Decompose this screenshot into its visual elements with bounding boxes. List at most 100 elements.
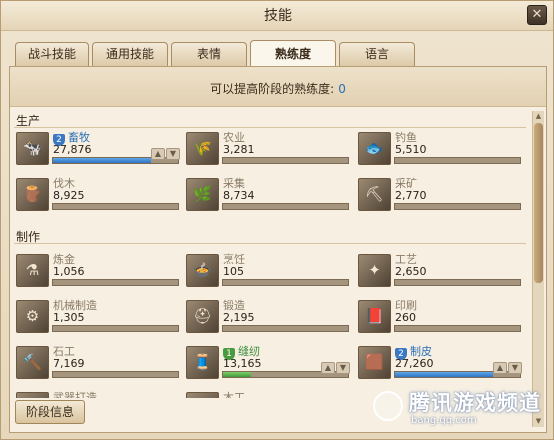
skill-value: 105 — [223, 265, 244, 278]
skill-progress-fill — [53, 158, 151, 163]
skill-value: 1,305 — [53, 311, 85, 324]
skill-printing[interactable]: 📕 印刷 260 — [358, 300, 526, 336]
skill-value: 27,260 — [395, 357, 434, 370]
handicraft-icon[interactable]: ✦ — [358, 254, 391, 287]
farming-icon[interactable]: 🌾 — [186, 132, 219, 165]
close-button[interactable]: ✕ — [527, 5, 547, 25]
skill-name-text: 武器打造 — [53, 391, 97, 399]
scrollbar[interactable]: ▲ ▼ — [532, 111, 544, 427]
skill-progress-bar — [52, 371, 179, 378]
skill-cooking[interactable]: 🍲 烹饪 105 — [186, 254, 354, 290]
carpentry-icon[interactable]: 🪚 — [186, 392, 219, 398]
tab-bar: 战斗技能 通用技能 表情 熟练度 语言 — [15, 40, 535, 66]
skill-progress-bar — [222, 279, 349, 286]
skill-value: 1,056 — [53, 265, 85, 278]
specialization-arrows: ▲ ▼ — [320, 355, 350, 374]
tailoring-icon[interactable]: 🧵 — [186, 346, 219, 379]
skill-progress-bar — [222, 325, 349, 332]
alchemy-icon[interactable]: ⚗ — [16, 254, 49, 287]
skill-progress-bar — [394, 279, 521, 286]
window-title: 技能 — [264, 8, 292, 24]
skill-weaponsmith[interactable]: ⚔ 武器打造 — [16, 392, 184, 398]
skill-alchemy[interactable]: ⚗ 炼金 1,056 — [16, 254, 184, 290]
skill-name: 武器打造 — [53, 391, 97, 399]
logging-icon[interactable]: 🪵 — [16, 178, 49, 211]
printing-icon[interactable]: 📕 — [358, 300, 391, 333]
proficiency-panel: 可以提高阶段的熟练度: 0 生产 制作 🐄 2 畜牧 27,876 ▲ ▼ 🌾 农业 3,281 🐟… — [9, 66, 547, 433]
skill-progress-bar — [52, 279, 179, 286]
tab-proficiency[interactable]: 熟练度 — [250, 40, 336, 66]
skill-progress-bar — [394, 203, 521, 210]
skill-name: 木工 — [223, 391, 245, 399]
skill-fishing[interactable]: 🐟 钓鱼 5,510 — [358, 132, 526, 168]
section-divider — [14, 243, 526, 244]
arrow-up-icon[interactable]: ▲ — [321, 362, 335, 374]
arrow-up-icon[interactable]: ▲ — [493, 362, 507, 374]
skill-list: 生产 制作 🐄 2 畜牧 27,876 ▲ ▼ 🌾 农业 3,281 🐟 钓鱼 5,510 🪵 伐木 8,9… — [10, 108, 530, 398]
skill-progress-bar — [52, 203, 179, 210]
fishing-icon[interactable]: 🐟 — [358, 132, 391, 165]
arrow-up-icon[interactable]: ▲ — [151, 148, 165, 160]
stage-hint: 可以提高阶段的熟练度: 0 — [10, 67, 546, 107]
skill-progress-bar — [394, 157, 521, 164]
skill-progress-bar — [222, 157, 349, 164]
skill-carpentry[interactable]: 🪚 木工 — [186, 392, 354, 398]
skill-value: 8,734 — [223, 189, 255, 202]
gathering-icon[interactable]: 🌿 — [186, 178, 219, 211]
close-icon: ✕ — [531, 7, 543, 22]
skill-smithing[interactable]: ⛑ 锻造 2,195 — [186, 300, 354, 336]
skill-logging[interactable]: 🪵 伐木 8,925 — [16, 178, 184, 214]
skill-machining[interactable]: ⚙ 机械制造 1,305 — [16, 300, 184, 336]
skill-value: 3,281 — [223, 143, 255, 156]
tab-emotes[interactable]: 表情 — [171, 42, 247, 66]
title-bar[interactable]: 技能 ✕ — [1, 1, 553, 31]
skill-gathering[interactable]: 🌿 采集 8,734 — [186, 178, 354, 214]
skill-name-text: 木工 — [223, 391, 245, 399]
skill-value: 5,510 — [395, 143, 427, 156]
skill-progress-fill — [395, 372, 493, 377]
skill-progress-bar — [394, 325, 521, 332]
arrow-down-icon[interactable]: ▼ — [166, 148, 180, 160]
skill-value: 2,650 — [395, 265, 427, 278]
scroll-thumb[interactable] — [534, 123, 543, 283]
specialization-arrows: ▲ ▼ — [492, 355, 522, 374]
masonry-icon[interactable]: 🔨 — [16, 346, 49, 379]
watermark-text: 腾讯游戏频道 — [409, 387, 541, 417]
mining-icon[interactable]: ⛏ — [358, 178, 391, 211]
skill-progress-bar — [52, 325, 179, 332]
stage-hint-label: 可以提高阶段的熟练度: — [210, 82, 335, 96]
watermark: 腾讯游戏频道 bang.qq.com — [373, 385, 551, 433]
skill-farming[interactable]: 🌾 农业 3,281 — [186, 132, 354, 168]
skill-tailoring[interactable]: 🧵 1 缝纫 13,165 ▲ ▼ — [186, 346, 354, 382]
skill-masonry[interactable]: 🔨 石工 7,169 — [16, 346, 184, 382]
watermark-logo-icon — [373, 391, 403, 421]
watermark-url: bang.qq.com — [411, 415, 477, 426]
skill-value: 2,770 — [395, 189, 427, 202]
tab-language[interactable]: 语言 — [339, 42, 415, 66]
arrow-down-icon[interactable]: ▼ — [508, 362, 522, 374]
skill-progress-fill — [223, 372, 251, 377]
tab-combat-skills[interactable]: 战斗技能 — [15, 42, 89, 66]
watermark-suffix: 频道 — [497, 391, 541, 415]
skill-value: 260 — [395, 311, 416, 324]
skill-value: 13,165 — [223, 357, 262, 370]
specialization-arrows: ▲ ▼ — [150, 141, 180, 160]
skill-handicraft[interactable]: ✦ 工艺 2,650 — [358, 254, 526, 290]
leatherwork-icon[interactable]: 🟫 — [358, 346, 391, 379]
machining-icon[interactable]: ⚙ — [16, 300, 49, 333]
cooking-icon[interactable]: 🍲 — [186, 254, 219, 287]
arrow-down-icon[interactable]: ▼ — [336, 362, 350, 374]
skill-mining[interactable]: ⛏ 采矿 2,770 — [358, 178, 526, 214]
stage-info-button[interactable]: 阶段信息 — [15, 400, 85, 424]
skill-value: 7,169 — [53, 357, 85, 370]
skill-value: 2,195 — [223, 311, 255, 324]
livestock-icon[interactable]: 🐄 — [16, 132, 49, 165]
skill-leatherwork[interactable]: 🟫 2 制皮 27,260 ▲ ▼ — [358, 346, 526, 382]
weaponsmith-icon[interactable]: ⚔ — [16, 392, 49, 398]
skill-livestock[interactable]: 🐄 2 畜牧 27,876 ▲ ▼ — [16, 132, 184, 168]
skills-window: 技能 ✕ 战斗技能 通用技能 表情 熟练度 语言 可以提高阶段的熟练度: 0 生产… — [0, 0, 554, 440]
smithing-icon[interactable]: ⛑ — [186, 300, 219, 333]
tab-general-skills[interactable]: 通用技能 — [92, 42, 168, 66]
stage-hint-value: 0 — [338, 82, 346, 96]
scroll-up-icon[interactable]: ▲ — [534, 112, 543, 121]
